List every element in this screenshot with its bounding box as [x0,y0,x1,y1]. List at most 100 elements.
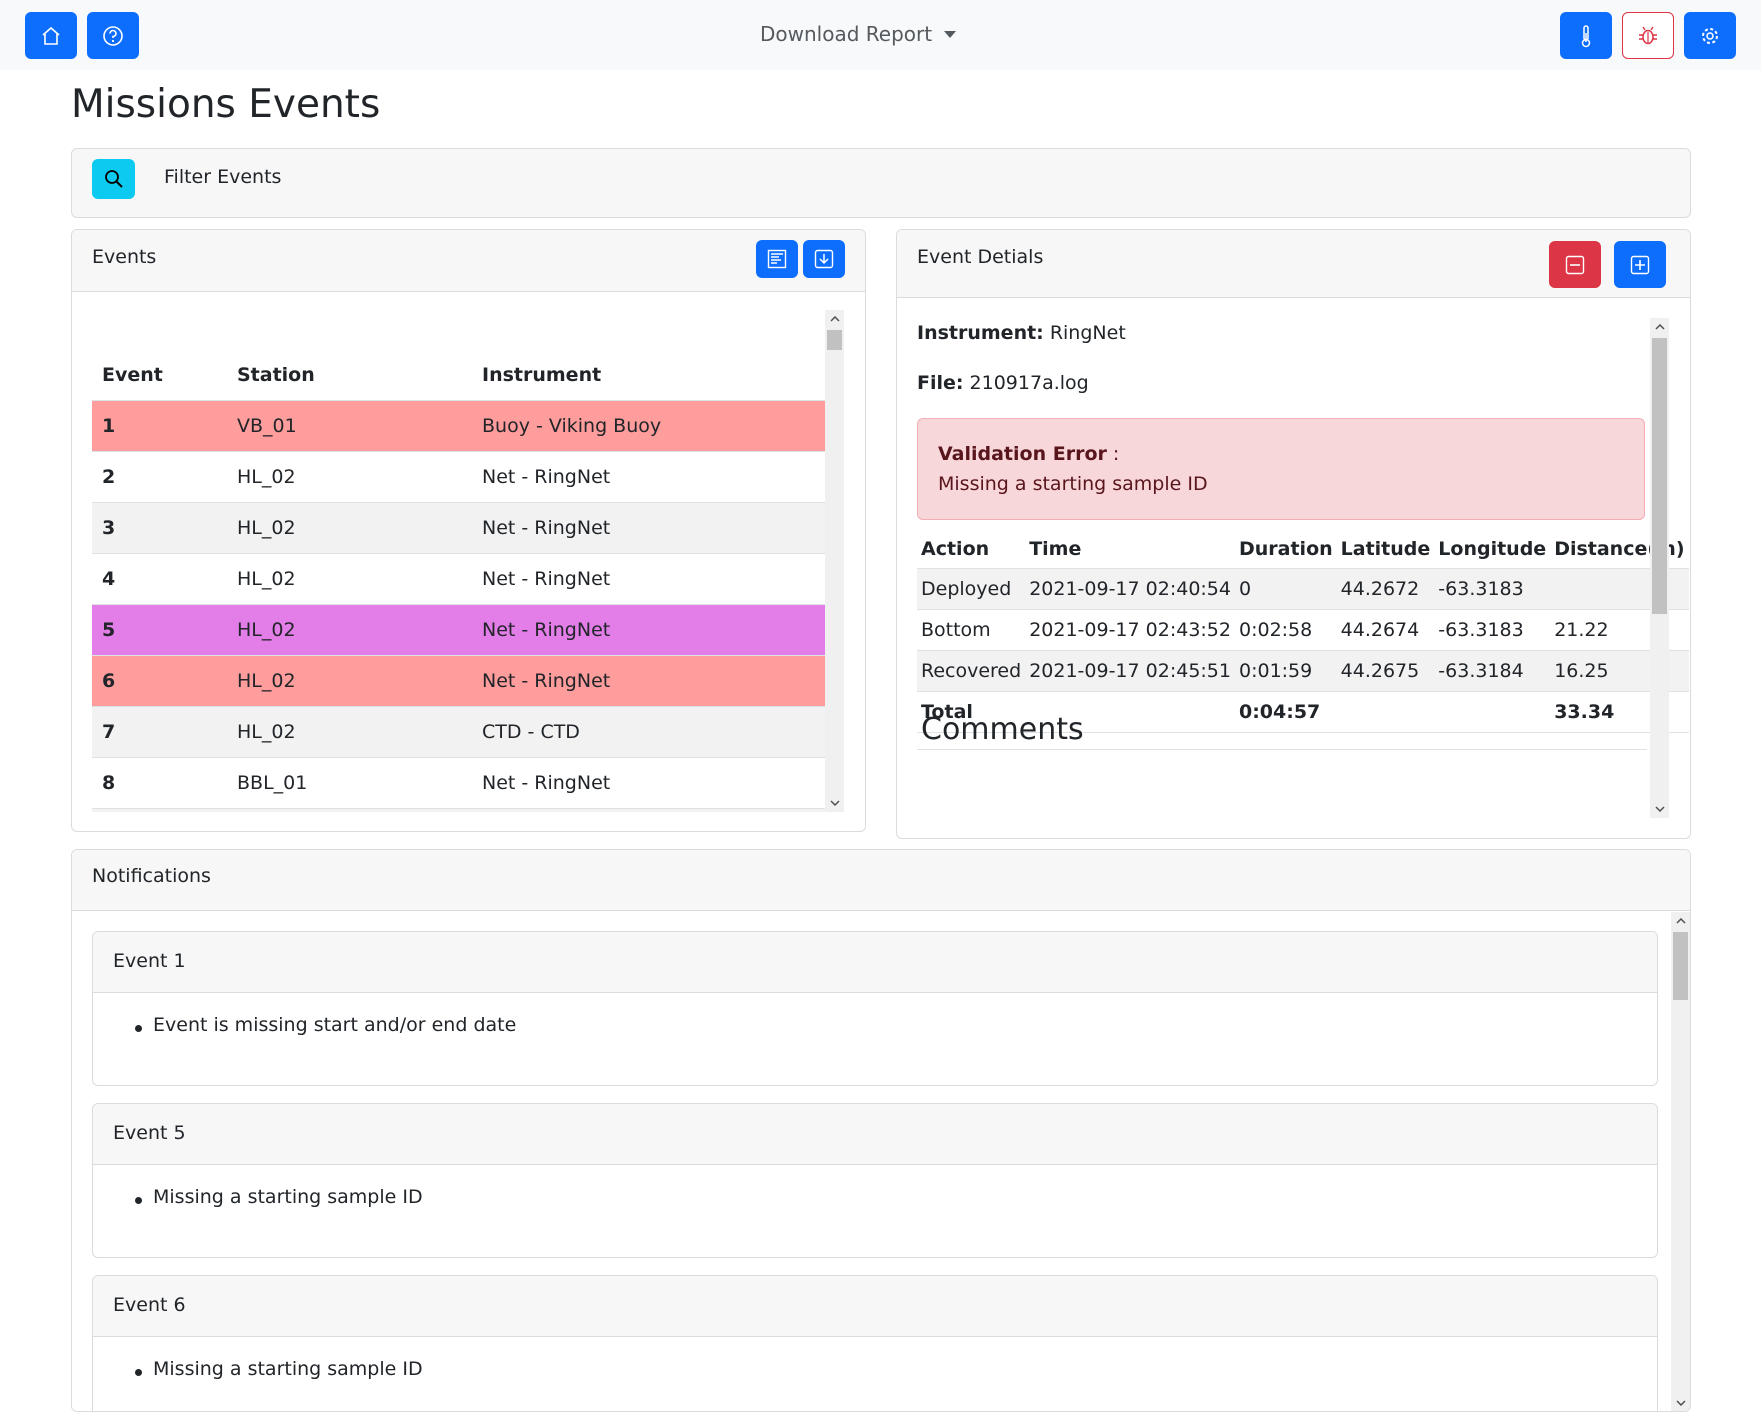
col-latitude: Latitude [1340,537,1431,560]
instrument-value: RingNet [1049,322,1126,344]
action-cell: -63.3183 [1434,608,1551,650]
scroll-down-icon[interactable] [1671,1394,1690,1411]
notifications-scroll-thumb[interactable] [1673,932,1688,1000]
caret-down-icon [944,30,957,38]
col-longitude: Longitude [1438,537,1547,560]
action-cell: 44.2674 [1336,608,1435,650]
file-label: File: [917,372,964,394]
scroll-down-icon[interactable] [1650,800,1669,818]
notification-item: Event 1 Event is missing start and/or end… [92,931,1658,1086]
bullet-icon [135,1197,142,1204]
notification-body: Missing a starting sample ID [93,1165,1657,1257]
file-value: 210917a.log [969,372,1089,394]
alert-message: Missing a starting sample ID [938,473,1208,495]
notifications-list[interactable]: Event 1 Event is missing start and/or end… [72,911,1690,1411]
event-details-card: Event Detials Instrument: RingNet File: … [896,229,1691,839]
notification-message: Missing a starting sample ID [153,1358,423,1380]
download-icon [814,249,834,269]
col-time: Time [1029,537,1082,560]
table-row[interactable]: 1 VB_01 Buoy - Viking Buoy [92,399,825,451]
notifications-scrollbar[interactable] [1671,912,1690,1411]
comments-heading: Comments [921,712,1084,747]
action-cell: 0:01:59 [1234,649,1337,691]
action-cell: Bottom [917,608,1026,650]
events-table-scroll[interactable]: Event Station Instrument 1 VB_01 Buoy - Vi… [72,292,865,812]
download-report-label: Download Report [760,22,933,46]
station-cell: HL_02 [227,603,472,655]
notification-body: Event is missing start and/or end date [93,993,1657,1085]
download-events-button[interactable] [803,240,845,278]
actions-header-row: Action Time Duration Latitude Longitude … [917,530,1689,568]
bullet-icon [135,1369,142,1376]
instrument-cell: CTD - CTD [472,705,825,757]
details-scrollbar[interactable] [1650,318,1669,818]
table-row[interactable]: 6 HL_02 Net - RingNet [92,654,825,706]
delete-event-button[interactable] [1549,241,1601,288]
table-row[interactable]: 7 HL_02 CTD - CTD [92,705,825,757]
total-cell [1434,690,1551,733]
instrument-cell: Buoy - Viking Buoy [472,399,825,451]
table-row: Recovered 2021-09-17 02:45:51 0:01:59 44.26… [917,649,1689,691]
station-cell: HL_02 [227,552,472,604]
events-card-header: Events [72,230,865,292]
alert-separator: : [1106,443,1120,465]
scroll-up-icon[interactable] [1650,318,1669,336]
table-row[interactable]: 9BBL_01CTD - CTD [92,807,825,812]
events-header-row: Event Station Instrument [92,350,825,400]
notification-header: Event 1 [93,932,1657,993]
gear-icon [1702,27,1718,44]
station-cell: HL_02 [227,654,472,706]
table-row: Bottom 2021-09-17 02:43:52 0:02:58 44.2674-… [917,608,1689,650]
instrument-cell: Net - RingNet [472,603,825,655]
event-cell: 4 [92,552,227,604]
file-line: File: 210917a.log [917,372,1089,394]
event-cell: 6 [92,654,227,706]
scroll-up-icon[interactable] [825,310,844,328]
instrument-cell: Net - RingNet [472,756,825,808]
temperature-button[interactable] [1560,12,1612,59]
table-row[interactable]: 8 BBL_01 Net - RingNet [92,756,825,808]
events-scroll-thumb[interactable] [827,330,842,350]
event-cell: 3 [92,501,227,553]
notifications-card: Notifications Event 1 Event is missing st… [71,849,1691,1412]
download-report-dropdown[interactable]: Download Report [760,22,957,46]
action-cell: Recovered [917,649,1026,691]
table-row[interactable]: 2 HL_02 Net - RingNet [92,450,825,502]
action-cell: 44.2672 [1336,567,1435,609]
list-lines-icon [767,249,787,269]
action-cell: -63.3184 [1434,649,1551,691]
table-row[interactable]: 4 HL_02 Net - RingNet [92,552,825,604]
question-circle-icon [103,25,123,46]
add-event-button[interactable] [1614,241,1666,288]
notification-item: Event 5 Missing a starting sample ID [92,1103,1658,1258]
settings-button[interactable] [1684,12,1736,59]
scroll-up-icon[interactable] [1671,912,1690,930]
col-duration: Duration [1238,537,1333,560]
dash-square-icon [1565,255,1585,274]
alert-title-line: Validation Error : [938,443,1119,465]
instrument-cell: Net - RingNet [472,552,825,604]
bug-icon [1639,26,1657,44]
bug-report-button[interactable] [1622,12,1674,59]
notification-message: Missing a starting sample ID [153,1186,423,1208]
event-cell: 7 [92,705,227,757]
home-button[interactable] [25,12,77,59]
plus-square-icon [1630,255,1650,274]
instrument-line: Instrument: RingNet [917,322,1126,344]
top-navbar: Download Report [0,0,1761,70]
help-button[interactable] [87,12,139,59]
col-event: Event [102,363,163,386]
event-details-scroll[interactable]: Instrument: RingNet File: 210917a.log Va… [897,298,1690,838]
instrument-cell: Net - RingNet [472,450,825,502]
table-row[interactable]: 3 HL_02 Net - RingNet [92,501,825,553]
notification-header: Event 6 [93,1276,1657,1337]
details-scroll-thumb[interactable] [1652,338,1667,614]
col-station: Station [237,363,315,386]
filter-search-button[interactable] [92,159,135,199]
events-scrollbar[interactable] [825,310,844,812]
event-details-toggle-button[interactable] [756,240,798,278]
scroll-down-icon[interactable] [825,794,844,812]
table-row[interactable]: 5 HL_02 Net - RingNet [92,603,825,655]
search-icon [104,170,123,188]
event-cell: 5 [92,603,227,655]
